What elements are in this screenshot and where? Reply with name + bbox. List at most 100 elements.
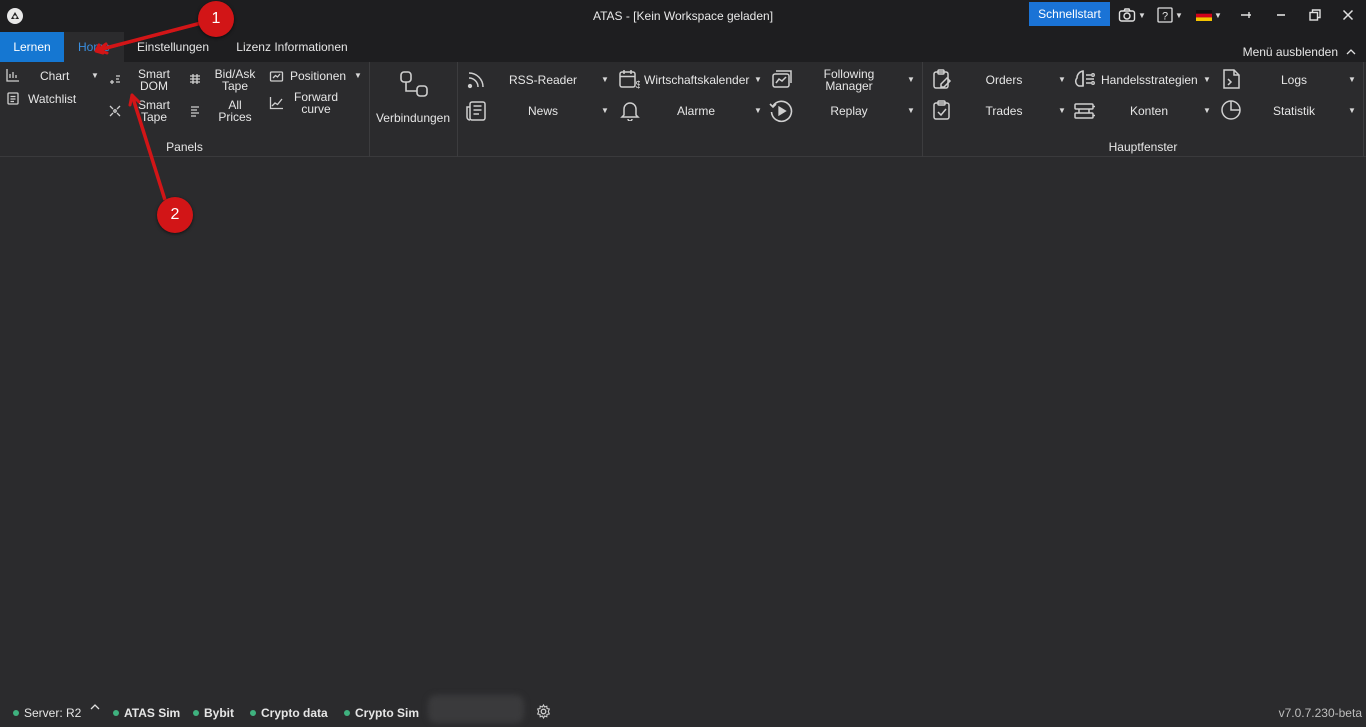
connection-label: Crypto data xyxy=(261,706,328,720)
status-dot xyxy=(193,710,199,716)
chevron-down-icon: ▼ xyxy=(1203,75,1211,84)
news-icon xyxy=(465,100,487,122)
tab-einstellungen[interactable]: Einstellungen xyxy=(124,32,222,62)
blurred-region xyxy=(428,695,524,723)
version-label: v7.0.7.230-beta xyxy=(1278,706,1362,720)
chevron-down-icon: ▼ xyxy=(354,71,362,80)
trades-icon xyxy=(931,99,953,121)
forward-curve-label: Forward curve xyxy=(293,90,338,116)
connections-icon xyxy=(399,70,429,100)
news-label: News xyxy=(527,104,558,118)
replay-icon xyxy=(768,98,794,124)
chevron-down-icon: ▼ xyxy=(1175,10,1183,20)
minimize-icon xyxy=(1275,9,1287,21)
hide-menu-label: Menü ausblenden xyxy=(1242,45,1338,59)
logs-label: Logs xyxy=(1280,73,1308,87)
hide-menu-button[interactable]: Menü ausblenden xyxy=(1243,45,1356,59)
pin-button[interactable] xyxy=(1240,5,1252,25)
all-prices-label: All Prices xyxy=(218,98,252,124)
hauptfenster-group-label: Hauptfenster xyxy=(1108,140,1178,154)
ribbon-tabs: Lernen Home Einstellungen Lizenz Informa… xyxy=(0,32,1366,62)
watchlist-icon xyxy=(6,91,20,105)
connection-label: Crypto Sim xyxy=(355,706,420,720)
server-status[interactable]: Server: R2 xyxy=(13,706,81,720)
workspace-area xyxy=(0,158,1366,698)
screenshot-button[interactable]: ▼ xyxy=(1118,5,1146,25)
camera-icon xyxy=(1118,7,1136,23)
positions-icon xyxy=(269,69,284,83)
wirtschaftskalender-label: Wirtschaftskalender xyxy=(644,73,750,87)
konten-label: Konten xyxy=(1129,104,1169,118)
minimize-button[interactable] xyxy=(1275,5,1287,25)
orders-icon xyxy=(931,68,953,90)
connection-label: ATAS Sim xyxy=(124,706,181,720)
connections-label: Verbindungen xyxy=(375,111,451,125)
pie-chart-icon xyxy=(1220,99,1242,121)
statistik-label: Statistik xyxy=(1272,104,1315,118)
ribbon-separator xyxy=(457,62,458,157)
chevron-down-icon: ▼ xyxy=(1058,106,1066,115)
chevron-down-icon: ▼ xyxy=(754,75,762,84)
orders-label: Orders xyxy=(985,73,1023,87)
all-prices-icon xyxy=(188,104,202,118)
help-button[interactable]: ? ▼ xyxy=(1157,5,1183,25)
trades-label: Trades xyxy=(985,104,1023,118)
help-icon: ? xyxy=(1157,7,1173,23)
tab-lizenz-informationen[interactable]: Lizenz Informationen xyxy=(222,32,362,62)
smart-dom-label: Smart DOM xyxy=(137,67,170,93)
status-settings-button[interactable] xyxy=(536,704,551,719)
atas-logo-icon xyxy=(6,7,24,25)
chevron-down-icon: ▼ xyxy=(1203,106,1211,115)
status-dot xyxy=(344,710,350,716)
connection-status-crypto-sim[interactable]: Crypto Sim xyxy=(344,706,419,720)
quickstart-button[interactable]: Schnellstart xyxy=(1029,2,1110,26)
restore-icon xyxy=(1309,9,1321,21)
annotation-marker-1: 1 xyxy=(198,1,234,37)
watchlist-label: Watchlist xyxy=(28,92,77,106)
rss-icon xyxy=(466,70,486,90)
connection-status-bybit[interactable]: Bybit xyxy=(193,706,234,720)
chevron-down-icon: ▼ xyxy=(754,106,762,115)
chevron-down-icon: ▼ xyxy=(907,106,915,115)
status-dot xyxy=(113,710,119,716)
replay-label: Replay xyxy=(830,104,868,118)
alarme-label: Alarme xyxy=(676,104,715,118)
close-icon xyxy=(1342,9,1354,21)
calendar-dollar-icon: $ xyxy=(618,68,640,90)
ribbon-separator xyxy=(369,62,370,157)
chevron-down-icon: ▼ xyxy=(907,75,915,84)
smart-tape-icon xyxy=(108,104,122,118)
chevron-down-icon: ▼ xyxy=(601,106,609,115)
rss-reader-label: RSS-Reader xyxy=(508,73,578,87)
connection-status-atas-sim[interactable]: ATAS Sim xyxy=(113,706,180,720)
following-manager-icon xyxy=(771,68,793,90)
chevron-down-icon: ▼ xyxy=(601,75,609,84)
logs-icon xyxy=(1220,68,1242,90)
status-bar: Server: R2 ATAS Sim Bybit Crypto data Cr… xyxy=(0,700,1366,727)
tab-home[interactable]: Home xyxy=(64,32,124,62)
smart-dom-icon xyxy=(108,72,122,86)
chart-icon xyxy=(6,68,20,82)
chevron-down-icon: ▼ xyxy=(1348,106,1356,115)
german-flag-icon xyxy=(1196,9,1212,21)
bid-ask-tape-label: Bid/Ask Tape xyxy=(214,67,256,93)
smart-tape-label: Smart Tape xyxy=(137,98,170,124)
restore-button[interactable] xyxy=(1309,5,1321,25)
language-button[interactable]: ▼ xyxy=(1196,5,1222,25)
close-button[interactable] xyxy=(1342,5,1354,25)
server-label: Server: R2 xyxy=(24,706,82,720)
positionen-label: Positionen xyxy=(290,69,347,83)
connection-status-crypto-data[interactable]: Crypto data xyxy=(250,706,328,720)
bell-icon xyxy=(619,99,641,121)
status-dot xyxy=(250,710,256,716)
status-expand-button[interactable] xyxy=(90,704,100,710)
chevron-down-icon: ▼ xyxy=(1348,75,1356,84)
chevron-down-icon: ▼ xyxy=(1058,75,1066,84)
handelsstrategien-label: Handelsstrategien xyxy=(1101,73,1198,87)
bid-ask-tape-icon xyxy=(188,72,202,86)
svg-text:?: ? xyxy=(1162,11,1168,23)
tab-lernen[interactable]: Lernen xyxy=(0,32,64,62)
chevron-down-icon: ▼ xyxy=(1214,10,1222,20)
accounts-icon xyxy=(1073,100,1097,122)
gear-icon xyxy=(536,704,551,719)
